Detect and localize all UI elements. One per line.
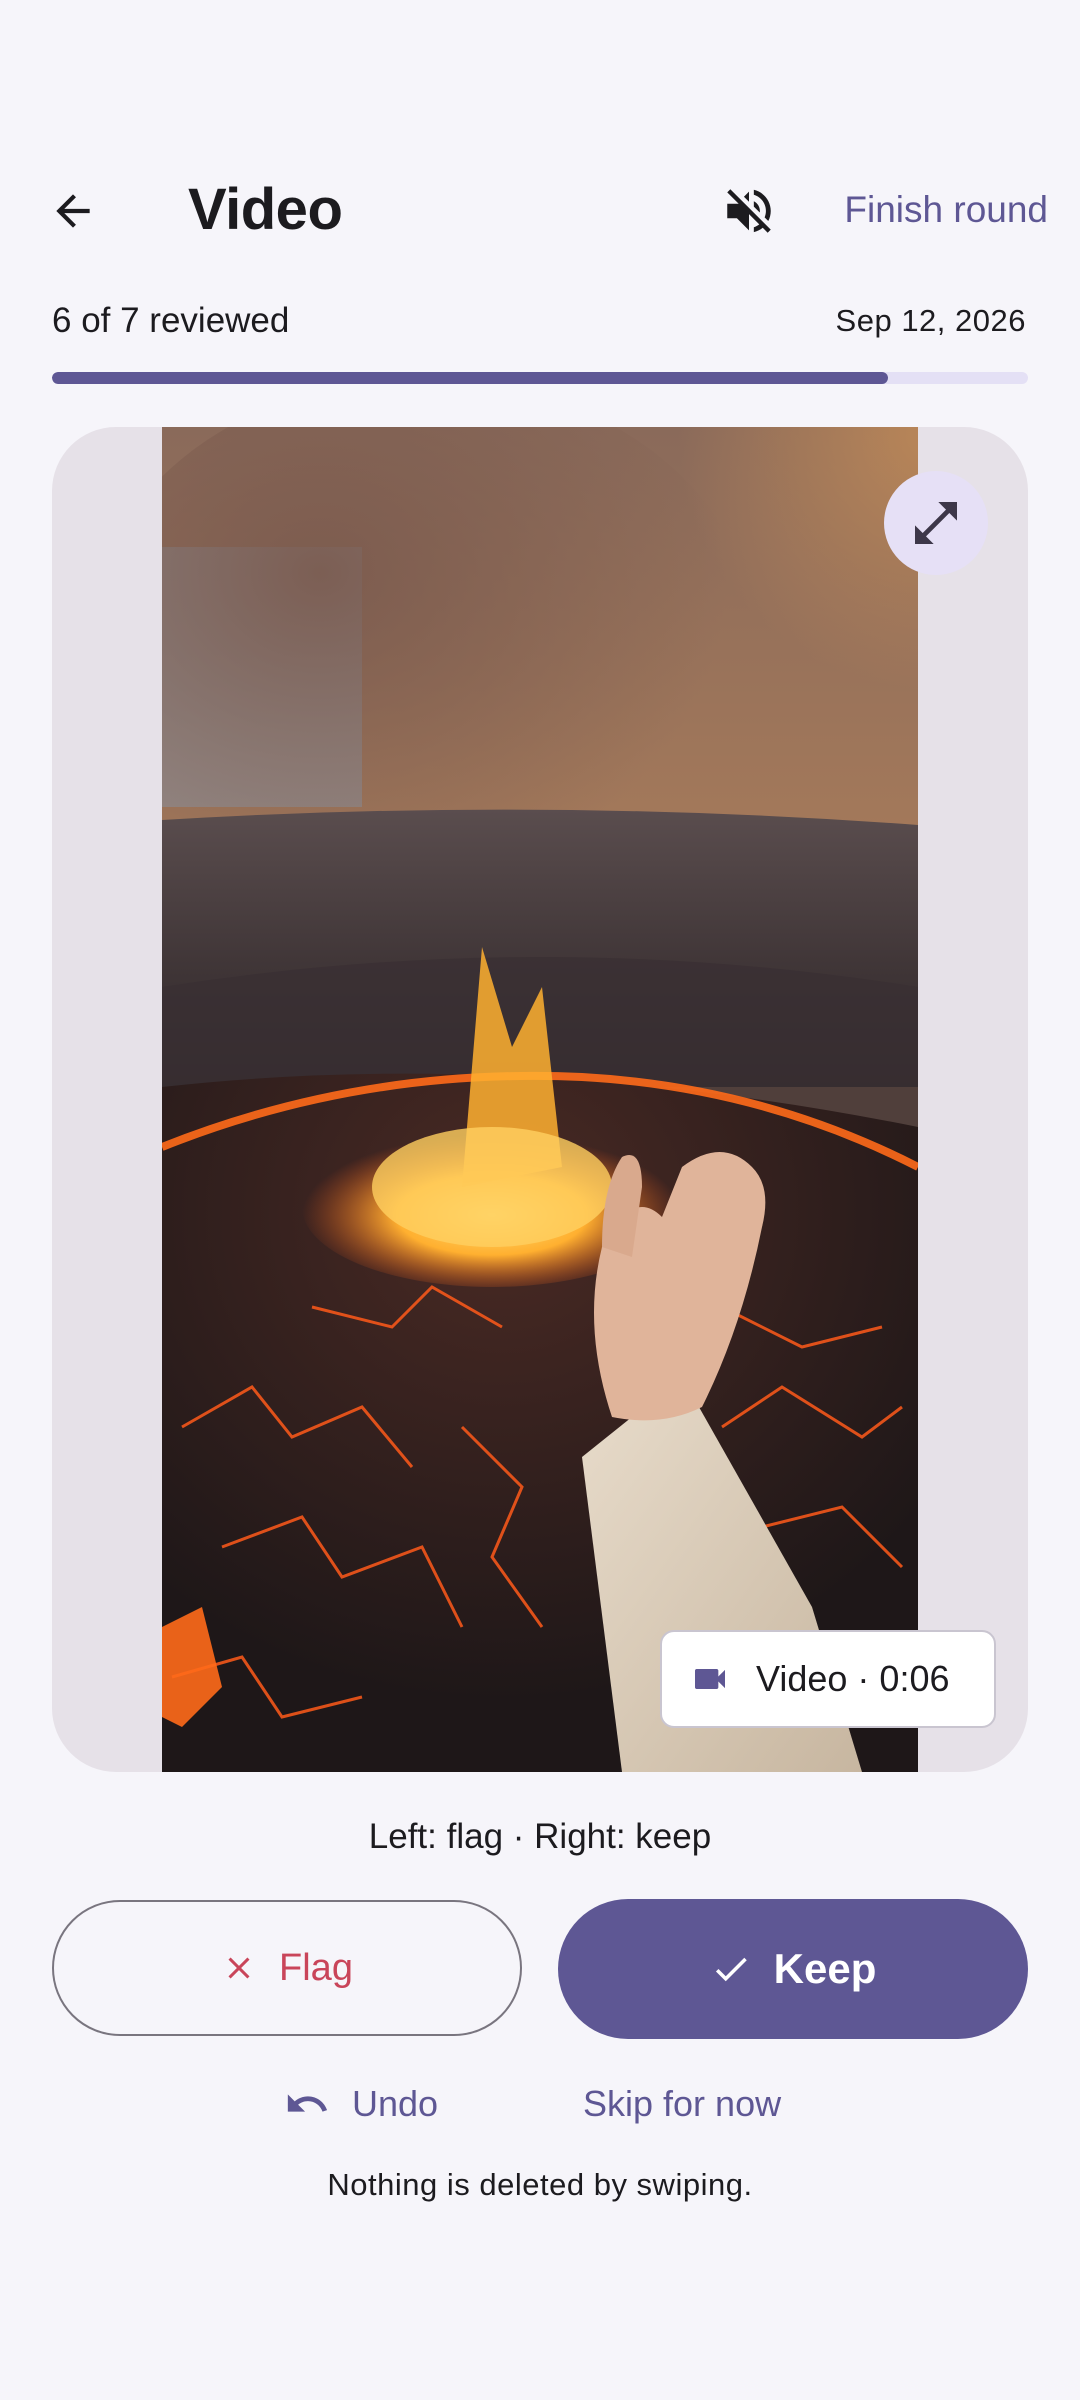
flag-button[interactable]: Flag (52, 1900, 522, 2036)
progress-bar-fill (52, 372, 889, 384)
swipe-hint: Left: flag · Right: keep (368, 1817, 712, 1856)
media-card[interactable]: Video · 0:06 (52, 427, 1028, 1772)
video-preview[interactable] (162, 427, 918, 1772)
footnote: Nothing is deleted by swiping. (327, 2167, 753, 2202)
expand-icon (915, 502, 957, 544)
close-icon (221, 1950, 257, 1986)
skip-button[interactable]: Skip for now (583, 2076, 781, 2132)
progress-label: 6 of 7 reviewed (52, 301, 290, 340)
page-title: Video (188, 177, 343, 242)
undo-label: Undo (352, 2083, 439, 2124)
keep-label: Keep (773, 1945, 877, 1992)
expand-button[interactable] (884, 471, 988, 575)
videocam-icon (695, 1669, 725, 1689)
undo-button[interactable]: Undo (284, 2076, 438, 2132)
keep-button[interactable]: Keep (558, 1899, 1028, 2039)
finish-round-button[interactable]: Finish round (844, 180, 1048, 240)
volume-off-icon (727, 189, 771, 233)
back-button[interactable] (30, 168, 116, 254)
video-duration-label: Video · 0:06 (756, 1658, 950, 1699)
flag-label: Flag (279, 1946, 353, 1989)
mute-button[interactable] (706, 168, 792, 254)
lava-video-frame (162, 427, 918, 1772)
video-duration-chip: Video · 0:06 (660, 1630, 996, 1728)
progress-bar (52, 372, 1028, 384)
arrow-left-icon (56, 194, 90, 228)
undo-icon (284, 2081, 330, 2127)
date-label: Sep 12, 2026 (835, 303, 1026, 338)
check-icon (710, 1948, 752, 1990)
